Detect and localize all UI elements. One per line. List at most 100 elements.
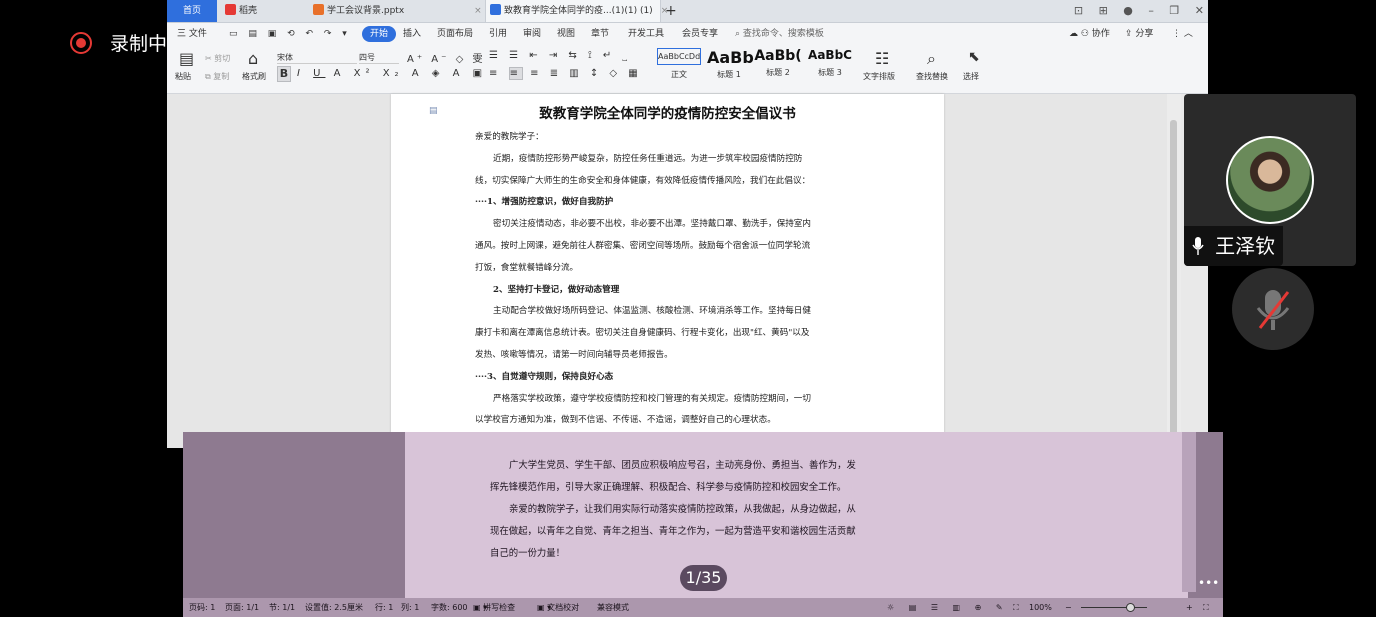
text-layout-icon[interactable]: ☷ <box>875 49 889 68</box>
close-icon[interactable]: × <box>474 6 482 16</box>
menu-member[interactable]: 会员专享 <box>682 23 718 45</box>
document-line: 密切关注疫情动态，非必要不出校，非必要不出潭。坚持戴口罩、勤洗手，保持室内 <box>493 219 811 230</box>
menu-references[interactable]: 引用 <box>489 23 507 45</box>
cut-button[interactable]: ✂ 剪切 <box>205 53 230 64</box>
document-heading: ····3、自觉遵守规则，保持良好心态 <box>475 371 614 382</box>
font-select[interactable]: 宋体 <box>277 52 357 64</box>
quick-access-icons[interactable]: ▭ ▤ ▣ ⟲ ↶ ↷ ▾ <box>229 23 351 45</box>
cooperate-label: 协作 <box>1091 29 1110 39</box>
style-preview: AaBb( <box>754 48 802 64</box>
zoom-level[interactable]: 100% <box>1029 598 1052 617</box>
paste-button[interactable]: 粘贴 <box>175 71 191 82</box>
tab-home[interactable]: 首页 <box>167 0 217 22</box>
style-name: 标题 2 <box>766 68 790 77</box>
font-size-select[interactable]: 四号 <box>359 52 399 64</box>
status-page: 页码: 1 <box>189 603 216 612</box>
tab-label: 致教育学院全体同学的疫...(1)(1) (1) <box>504 6 653 16</box>
docer-icon <box>225 4 236 15</box>
format-painter-button[interactable]: 格式刷 <box>242 71 266 82</box>
find-icon[interactable]: ⌕ <box>927 49 936 69</box>
fit-icon[interactable]: ⛶ <box>1013 598 1019 617</box>
word-icon <box>490 4 501 15</box>
document-heading: ····1、增强防控意识，做好自我防护 <box>475 197 614 208</box>
new-tab-button[interactable]: + <box>665 0 677 22</box>
doc-check-label: 文档校对 <box>547 603 580 612</box>
style-name: 正文 <box>671 70 687 79</box>
select-button[interactable]: 选择 <box>963 71 979 82</box>
search-placeholder: 查找命令、搜索模板 <box>742 29 824 39</box>
minimize-icon[interactable]: – <box>1148 4 1154 17</box>
align-center-icon[interactable]: ≡ <box>508 67 523 80</box>
document-heading: 2、坚持打卡登记，做好动态管理 <box>493 284 620 295</box>
status-words[interactable]: 字数: 600 <box>431 598 468 617</box>
overlay-scrollbar[interactable] <box>1182 432 1196 592</box>
align-icons[interactable]: ≡ ≡ ≡ ≣ ▥ ↕ ◇ ▦ <box>489 67 642 80</box>
paste-icon[interactable]: ▤ <box>179 49 194 68</box>
mic-muted-icon <box>1256 290 1290 330</box>
document-page[interactable]: ▤ 致教育学院全体同学的疫情防控安全倡议书 亲爱的教院学子： 近期，疫情防控形势严… <box>391 94 944 448</box>
participant-tile: 王泽钦 <box>1184 94 1356 266</box>
text-format-icons[interactable]: I U A X² X₂ A ◈ A ▣ <box>297 68 487 79</box>
text-layout-button[interactable]: 文字排版 <box>863 71 895 82</box>
spell-check-button[interactable]: ▣ 拼写检查 ▾ <box>473 598 515 617</box>
tab-doc-active[interactable]: 致教育学院全体同学的疫...(1)(1) (1) × <box>485 0 668 22</box>
zoom-in-button[interactable]: + <box>1186 598 1193 617</box>
document-line: 亲爱的教院学子： <box>475 132 544 142</box>
menu-view[interactable]: 视图 <box>557 23 575 45</box>
style-heading-2[interactable]: AaBb( 标题 2 <box>753 48 803 78</box>
paragraph-icons[interactable]: ☰ ☰ ⇤ ⇥ ⇆ ⟟ ↵ ⎵ <box>489 50 631 61</box>
overlay-document-page: 广大学生党员、学生干部、团员应积极响应号召，主动亮身份、勇担当、善作为，发 挥先锋… <box>405 432 1188 617</box>
cooperate-button[interactable]: ☁ ⚇ 协作 <box>1069 23 1110 45</box>
fullscreen-icon[interactable]: ⛶ <box>1203 598 1209 617</box>
font-tools-icons[interactable]: A⁺ A⁻ ◇ 雯 <box>407 50 485 65</box>
menu-layout[interactable]: 页面布局 <box>437 23 473 45</box>
menu-insert[interactable]: 插入 <box>403 23 421 45</box>
more-icon[interactable]: ••• <box>1198 576 1219 590</box>
menu-review[interactable]: 审阅 <box>523 23 541 45</box>
ribbon-collapse-icon[interactable]: ⋮ ︿ <box>1172 23 1193 45</box>
document-title: 致教育学院全体同学的疫情防控安全倡议书 <box>539 106 796 122</box>
menu-devtools[interactable]: 开发工具 <box>628 23 664 45</box>
zoom-slider[interactable] <box>1081 607 1147 608</box>
style-name: 标题 1 <box>717 70 741 79</box>
ribbon: ▤ 粘贴 ✂ 剪切 ⧉ 复制 ⌂ 格式刷 宋体 四号 A⁺ A⁻ ◇ 雯 B I… <box>167 45 1208 94</box>
share-button[interactable]: ⇪ 分享 <box>1125 23 1153 45</box>
document-line: 通风。按时上网课，避免前往人群密集、密闭空间等场所。鼓励每个宿舍派一位同学轮流 <box>475 241 811 251</box>
menu-file[interactable]: 三 文件 <box>177 23 207 45</box>
window-controls: ⊡ ⊞ ● – ❐ ✕ <box>1062 0 1204 22</box>
document-line: 主动配合学校做好场所码登记、体温监测、核酸检测、环境消杀等工作。坚持每日健 <box>493 306 811 317</box>
view-mode-icons[interactable]: ☼ ▤ ☰ ▥ ⊕ ✎ <box>887 598 1009 617</box>
find-replace-button[interactable]: 查找替换 <box>916 71 948 82</box>
tab-label: 稻壳 <box>239 6 258 16</box>
scroll-thumb[interactable] <box>1170 120 1177 440</box>
zoom-out-button[interactable]: − <box>1065 598 1072 617</box>
restore-icon[interactable]: ❐ <box>1169 4 1179 17</box>
copy-button[interactable]: ⧉ 复制 <box>205 71 229 82</box>
search-icon: ⌕ <box>735 29 741 39</box>
style-heading-3[interactable]: AaBbC 标题 3 <box>805 48 855 78</box>
close-window-icon[interactable]: ✕ <box>1195 4 1204 17</box>
bold-button[interactable]: B <box>277 66 291 82</box>
menu-start[interactable]: 开始 <box>362 26 397 42</box>
doc-check-button[interactable]: ▣ 文档校对 ▾ <box>537 598 579 617</box>
status-pages: 页面: 1/1 <box>225 603 260 612</box>
format-painter-icon[interactable]: ⌂ <box>248 49 258 68</box>
layout-icon[interactable]: ⊡ <box>1074 4 1083 17</box>
tab-pptx[interactable]: 学工会议背景.pptx × <box>313 0 482 22</box>
zoom-slider-handle[interactable] <box>1126 603 1135 612</box>
vertical-scrollbar[interactable] <box>1167 94 1181 448</box>
search-command[interactable]: ⌕ 查找命令、搜索模板 <box>735 23 824 45</box>
document-line: 发热、咳嗽等情况，请第一时间向辅导员老师报告。 <box>475 350 673 360</box>
document-line: 近期，疫情防控形势严峻复杂，防控任务任重道远。为进一步筑牢校园疫情防控防 <box>493 153 803 164</box>
overlay-document-line: 广大学生党员、学生干部、团员应积极响应号召，主动亮身份、勇担当、善作为，发 <box>509 460 856 471</box>
style-heading-1[interactable]: AaBb 标题 1 <box>707 48 754 80</box>
user-avatar-icon[interactable]: ● <box>1123 4 1133 17</box>
select-icon[interactable]: ⬉ <box>968 49 980 65</box>
mute-button[interactable] <box>1232 268 1314 350</box>
grid-icon[interactable]: ⊞ <box>1099 4 1108 17</box>
style-normal[interactable]: AaBbCcDd 正文 <box>657 48 701 80</box>
tab-docer[interactable]: 稻壳 <box>225 0 257 22</box>
menu-section[interactable]: 章节 <box>591 23 609 45</box>
avatar <box>1226 136 1314 224</box>
participant-name-bar: 王泽钦 <box>1184 226 1284 266</box>
